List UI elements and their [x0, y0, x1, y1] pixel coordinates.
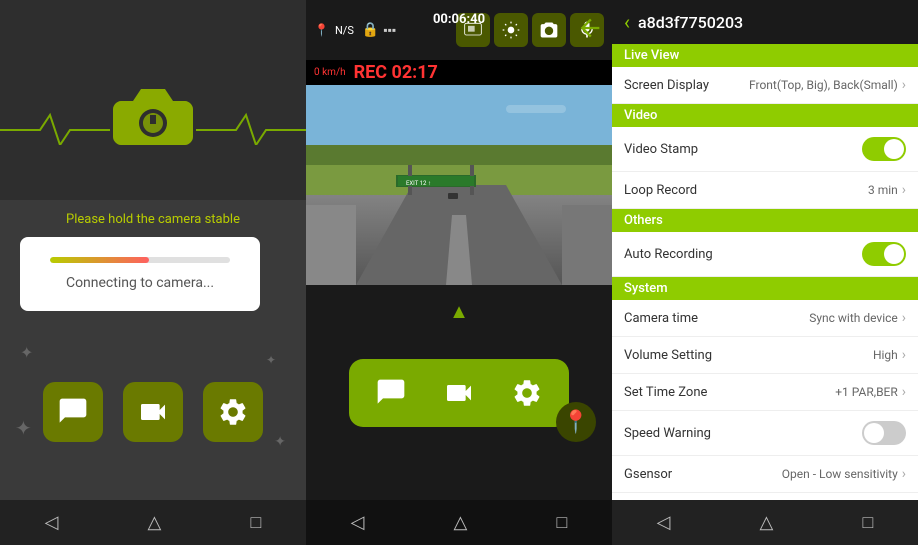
speed-display: 0 km/h	[314, 67, 346, 78]
volume-value: High ›	[873, 347, 906, 363]
setting-loop-record[interactable]: Loop Record 3 min ›	[612, 172, 918, 209]
location-pin-icon: 📍	[314, 23, 329, 37]
home-btn-p2[interactable]: △	[454, 512, 468, 533]
panel-connecting: Please hold the camera stable Connecting…	[0, 0, 306, 545]
recent-btn-p2[interactable]: □	[557, 512, 568, 533]
video-icon-btn[interactable]	[123, 382, 183, 442]
chevron-right-icon-4: ›	[902, 347, 906, 363]
device-id-label: a8d3f7750203	[638, 13, 743, 32]
chevron-right-icon-5: ›	[902, 384, 906, 400]
video-action-btn[interactable]	[437, 371, 481, 415]
setting-audio[interactable]: Audio Setting	[612, 493, 918, 500]
connecting-text: Connecting to camera...	[50, 275, 230, 291]
chevron-right-icon: ›	[902, 77, 906, 93]
section-live-view: Live View	[612, 44, 918, 67]
loop-record-label: Loop Record	[624, 183, 697, 198]
auto-recording-label: Auto Recording	[624, 247, 713, 262]
screen-display-label: Screen Display	[624, 78, 709, 93]
auto-recording-toggle[interactable]	[862, 242, 906, 266]
panel-recording: 📍 N/S 🔒 ▪▪▪ 00:06:40	[306, 0, 612, 545]
clock-display: 00:06:40	[433, 12, 485, 27]
panel1-navbar: ◁ △ □	[0, 500, 306, 545]
panel2-bottom-area: ▲ 📍	[306, 285, 612, 500]
progress-fill	[50, 257, 149, 263]
setting-speed-warning[interactable]: Speed Warning	[612, 411, 918, 456]
sparkle-tr: ✦	[266, 353, 276, 367]
volume-label: Volume Setting	[624, 348, 712, 363]
heartbeat-line	[0, 110, 306, 145]
panel3-header: ‹ a8d3f7750203	[612, 0, 918, 44]
gallery-icon-btn[interactable]	[43, 382, 103, 442]
camera-time-value: Sync with device ›	[809, 310, 906, 326]
panel1-bottom: ✦ ✦ ✦ ✦	[0, 323, 306, 500]
section-others: Others	[612, 209, 918, 232]
recent-btn-p3[interactable]: □	[863, 512, 874, 533]
rec-status-bar: 0 km/h REC 02:17	[306, 60, 612, 85]
settings-icon-btn[interactable]	[203, 382, 263, 442]
chevron-right-icon-3: ›	[902, 310, 906, 326]
gallery-action-btn[interactable]	[369, 371, 413, 415]
rec-display: REC 02:17	[354, 62, 438, 83]
setting-auto-recording[interactable]: Auto Recording	[612, 232, 918, 277]
settings-list: Live View Screen Display Front(Top, Big)…	[612, 44, 918, 500]
expand-arrow-icon[interactable]: ▲	[449, 299, 469, 324]
setting-camera-time[interactable]: Camera time Sync with device ›	[612, 300, 918, 337]
panel3-navbar: ◁ △ □	[612, 500, 918, 545]
camera-switch-btn[interactable]	[532, 13, 566, 47]
gsensor-value: Open - Low sensitivity ›	[782, 466, 906, 482]
setting-volume[interactable]: Volume Setting High ›	[612, 337, 918, 374]
panel1-top	[0, 0, 306, 200]
back-btn-p3[interactable]: ◁	[657, 512, 671, 533]
location-label: N/S	[335, 24, 354, 37]
signal-icon: ▪▪▪	[383, 23, 396, 37]
hold-camera-label: Please hold the camera stable	[20, 212, 286, 227]
chevron-right-icon-2: ›	[902, 182, 906, 198]
speed-warning-label: Speed Warning	[624, 426, 711, 441]
back-btn-p1[interactable]: ◁	[45, 512, 59, 533]
timezone-value: +1 PAR,BER ›	[835, 384, 906, 400]
sparkle-br: ✦	[274, 434, 286, 450]
section-video: Video	[612, 104, 918, 127]
recent-btn-p1[interactable]: □	[251, 512, 262, 533]
camera-time-label: Camera time	[624, 311, 698, 326]
screen-display-value: Front(Top, Big), Back(Small) ›	[749, 77, 906, 93]
settings-action-btn[interactable]	[505, 371, 549, 415]
sparkle-bl: ✦	[15, 416, 32, 440]
road-scene: EXIT 12 ↑	[306, 85, 612, 285]
video-preview: EXIT 12 ↑	[306, 85, 612, 285]
bottom-icons-row	[43, 382, 263, 442]
panel2-navbar: ◁ △ □	[306, 500, 612, 545]
speed-warning-toggle[interactable]	[862, 421, 906, 445]
home-btn-p1[interactable]: △	[148, 512, 162, 533]
setting-gsensor[interactable]: Gsensor Open - Low sensitivity ›	[612, 456, 918, 493]
video-stamp-label: Video Stamp	[624, 142, 698, 157]
panel2-action-bar	[349, 359, 569, 427]
chevron-right-icon-6: ›	[902, 466, 906, 482]
svg-text:EXIT 12 ↑: EXIT 12 ↑	[406, 180, 431, 187]
timezone-label: Set Time Zone	[624, 385, 707, 400]
setting-screen-display[interactable]: Screen Display Front(Top, Big), Back(Sma…	[612, 67, 918, 104]
home-btn-p3[interactable]: △	[760, 512, 774, 533]
connecting-box: Connecting to camera...	[20, 237, 260, 311]
back-arrow-icon[interactable]: ‹	[624, 10, 630, 34]
video-stamp-toggle[interactable]	[862, 137, 906, 161]
highway-svg: EXIT 12 ↑	[306, 85, 612, 285]
back-btn-p2[interactable]: ◁	[351, 512, 365, 533]
brightness-icon-btn[interactable]	[494, 13, 528, 47]
progress-bar	[50, 257, 230, 263]
loop-record-value: 3 min ›	[868, 182, 906, 198]
gps-location-btn[interactable]: 📍	[556, 402, 596, 442]
back-icon-btn[interactable]	[576, 14, 604, 46]
section-system: System	[612, 277, 918, 300]
header-icons-row: 📍 N/S 🔒 ▪▪▪	[314, 22, 396, 38]
gsensor-label: Gsensor	[624, 467, 672, 482]
setting-timezone[interactable]: Set Time Zone +1 PAR,BER ›	[612, 374, 918, 411]
sparkle-tl: ✦	[20, 343, 33, 362]
panel2-header: 📍 N/S 🔒 ▪▪▪ 00:06:40	[306, 0, 612, 60]
lock-icon: 🔒	[362, 22, 379, 38]
panel-settings: ‹ a8d3f7750203 Live View Screen Display …	[612, 0, 918, 545]
setting-video-stamp[interactable]: Video Stamp	[612, 127, 918, 172]
